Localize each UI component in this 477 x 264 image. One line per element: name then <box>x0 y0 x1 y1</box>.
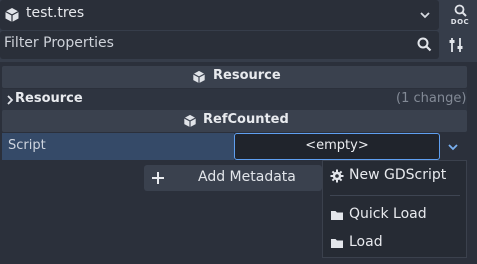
filter-placeholder: Filter Properties <box>4 35 114 51</box>
script-property-label: Script <box>8 138 46 153</box>
search-icon <box>417 37 432 52</box>
menu-item-label: Quick Load <box>349 206 427 222</box>
section-title-refcounted: RefCounted <box>203 112 289 127</box>
chevron-down-icon[interactable] <box>418 8 432 22</box>
add-metadata-label: Add Metadata <box>198 169 296 185</box>
search-doc-icon <box>454 4 467 17</box>
property-filter-options-icon[interactable] <box>447 36 465 54</box>
menu-separator <box>330 195 460 196</box>
script-value-text: <empty> <box>305 138 369 153</box>
resource-section-icon <box>192 70 206 84</box>
resource-name: test.tres <box>26 5 85 21</box>
subgroup-label: Resource <box>15 91 83 106</box>
section-title-resource: Resource <box>213 68 281 83</box>
plus-icon <box>150 170 166 186</box>
folder-icon <box>330 208 344 222</box>
folder-icon <box>330 236 344 250</box>
menu-item-label: New GDScript <box>349 167 447 183</box>
open-documentation-button[interactable]: DOC <box>444 2 476 30</box>
change-count: (1 change) <box>396 91 467 106</box>
script-dropdown-chevron-icon[interactable] <box>446 140 460 154</box>
refcounted-section-icon <box>183 114 197 128</box>
menu-item-load[interactable] <box>323 230 466 256</box>
gear-icon <box>330 169 344 183</box>
doc-button-label: DOC <box>450 18 470 26</box>
resource-cube-icon <box>4 7 20 23</box>
menu-item-label: Load <box>349 234 383 250</box>
